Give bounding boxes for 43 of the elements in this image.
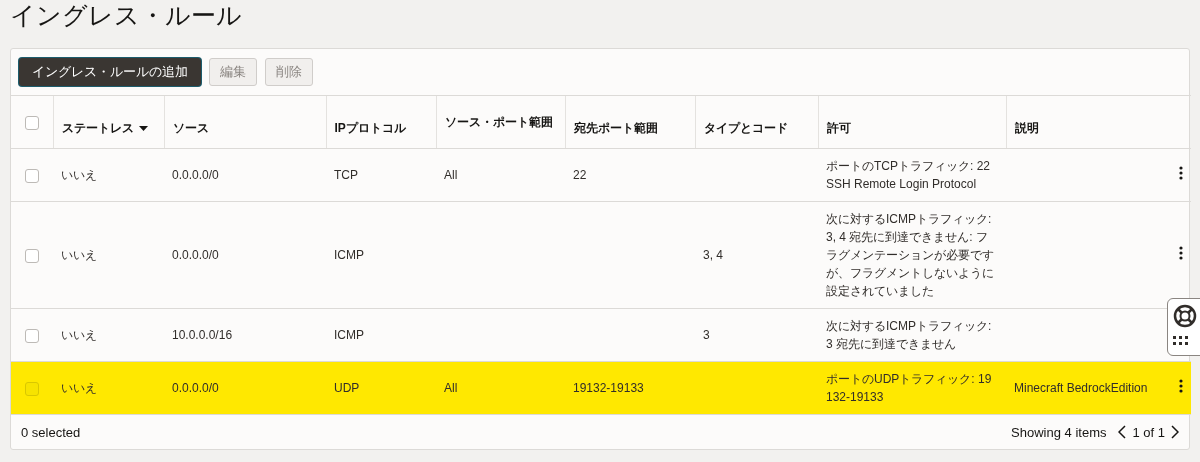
table-cell: 22 xyxy=(573,168,587,182)
table-cell: ポートのUDPトラフィック: 19132-19133 xyxy=(826,372,992,404)
table-cell: 10.0.0.0/16 xyxy=(172,328,233,342)
table-cell: 0.0.0.0/0 xyxy=(172,381,219,395)
table-cell: 次に対するICMPトラフィック: 3, 4 宛先に到達できません: フラグメンテーションが必要ですが、フラグメントしないように設定されていました xyxy=(826,212,994,298)
row-checkbox[interactable] xyxy=(25,168,39,183)
column-header[interactable]: 説明 xyxy=(1014,119,1039,137)
table-cell: Minecraft BedrockEdition xyxy=(1014,381,1148,395)
table-cell: 0.0.0.0/0 xyxy=(172,248,219,262)
table-cell: ICMP xyxy=(334,328,364,342)
item-count: Showing 4 items xyxy=(1011,424,1107,440)
table-cell: TCP xyxy=(334,168,358,182)
column-header[interactable]: 許可 xyxy=(826,119,851,137)
grid-icon[interactable] xyxy=(1173,336,1189,346)
more-actions-icon[interactable] xyxy=(1179,165,1183,180)
table-cell: 3 xyxy=(703,328,710,342)
select-all-checkbox[interactable] xyxy=(25,115,39,130)
table-cell: いいえ xyxy=(61,328,97,342)
table-cell: ICMP xyxy=(334,248,364,262)
previous-page-icon[interactable] xyxy=(1118,425,1127,439)
selection-count: 0 selected xyxy=(21,424,81,440)
column-header[interactable]: ソース xyxy=(172,119,209,137)
row-checkbox[interactable] xyxy=(25,248,39,263)
lifebuoy-icon[interactable] xyxy=(1173,304,1197,328)
page-title: イングレス・ルール xyxy=(10,0,243,31)
table-cell: 次に対するICMPトラフィック: 3 宛先に到達できません xyxy=(826,319,992,351)
table-cell: 0.0.0.0/0 xyxy=(172,168,219,182)
table-cell: UDP xyxy=(334,381,360,395)
table-cell: All xyxy=(444,168,458,182)
row-checkbox[interactable] xyxy=(25,328,39,343)
table-cell: 3, 4 xyxy=(703,248,723,262)
row-checkbox[interactable] xyxy=(25,381,39,396)
table-cell: All xyxy=(444,381,458,395)
table-cell: いいえ xyxy=(61,168,97,182)
page-indicator: 1 of 1 xyxy=(1132,424,1165,440)
more-actions-icon[interactable] xyxy=(1179,378,1183,393)
table-cell: 19132-19133 xyxy=(573,381,644,395)
next-page-icon[interactable] xyxy=(1171,425,1179,439)
add-rule-button[interactable]: イングレス・ルールの追加 xyxy=(19,58,201,86)
table-cell: いいえ xyxy=(61,248,97,262)
table-cell: ポートのTCPトラフィック: 22 SSH Remote Login Protocol xyxy=(826,159,990,191)
table-cell: いいえ xyxy=(61,381,97,395)
more-actions-icon[interactable] xyxy=(1179,245,1183,260)
